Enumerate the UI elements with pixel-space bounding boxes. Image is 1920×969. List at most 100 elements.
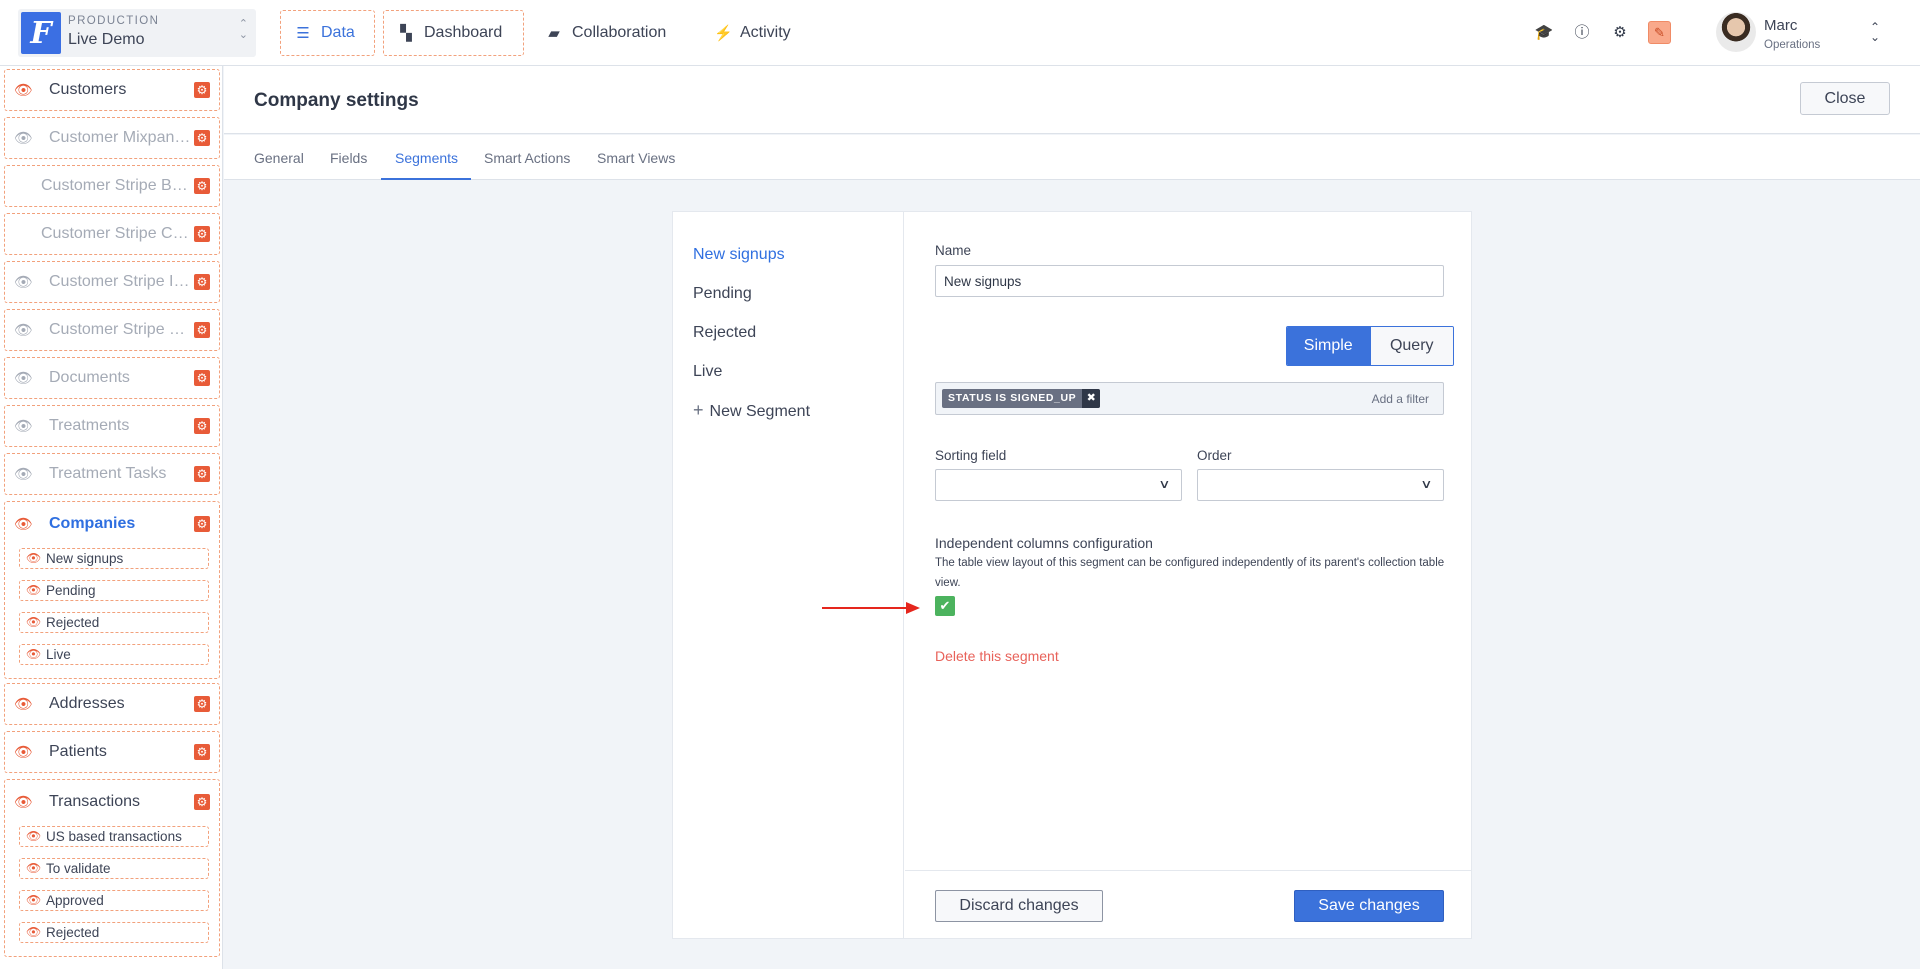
settings-gear-icon[interactable]: ⚙ [194,130,210,146]
order-select[interactable]: ∨ [1197,469,1444,501]
sidebar-item-customers[interactable]: 👁 Customers ⚙ [4,69,220,111]
settings-gear-icon[interactable]: ⚙ [194,696,210,712]
sorting-field-select[interactable]: ∨ [935,469,1182,501]
segment-label: New signups [46,551,124,566]
nav-tab-label: Dashboard [424,24,503,41]
sidebar-item-patients[interactable]: 👁 Patients ⚙ [4,731,220,773]
eye-icon[interactable]: 👁 [14,695,40,713]
tab-smart-actions[interactable]: Smart Actions [484,150,570,166]
sidebar-item-transactions[interactable]: 👁 Transactions ⚙ [5,780,219,826]
sidebar-segment-new-signups[interactable]: 👁 New signups [19,548,209,569]
eye-icon[interactable]: 👁 [14,743,40,761]
eye-slash-icon[interactable]: 👁 [14,369,40,387]
sidebar-segment-live[interactable]: 👁 Live [19,644,209,665]
settings-gear-icon[interactable]: ⚙ [194,418,210,434]
chevron-up-down-icon[interactable]: ⌃ ⌄ [1870,21,1880,43]
add-filter-link[interactable]: Add a filter [1372,392,1429,406]
mode-switch: Simple Query [1286,326,1454,366]
project-name: Live Demo [68,31,145,48]
settings-tabs: General Fields Segments Smart Actions Sm… [224,135,1920,180]
eye-slash-icon[interactable]: 👁 [14,417,40,435]
delete-segment-link[interactable]: Delete this segment [935,648,1059,664]
segment-label: Rejected [46,615,100,630]
eye-slash-icon[interactable]: 👁 [14,273,40,291]
eye-icon[interactable]: 👁 [14,793,33,811]
graduation-cap-icon[interactable]: 🎓 [1534,23,1554,43]
segment-name-input[interactable] [935,265,1444,297]
avatar[interactable] [1716,12,1756,52]
eye-icon[interactable]: 👁 [26,613,41,632]
eye-icon[interactable]: 👁 [26,891,41,910]
eye-icon[interactable]: 👁 [26,581,41,600]
eye-icon[interactable]: 👁 [26,645,41,664]
filter-chip[interactable]: STATUS IS SIGNED_UP ✖ [942,389,1101,408]
form-footer: Discard changes Save changes [905,870,1471,938]
settings-gear-icon[interactable]: ⚙ [194,274,210,290]
sidebar-item-treatment-tasks[interactable]: 👁 Treatment Tasks ⚙ [4,453,220,495]
close-button[interactable]: Close [1800,82,1890,115]
nav-tab-label: Data [321,24,355,41]
gear-icon[interactable]: ⚙ [1610,23,1630,43]
project-switcher[interactable]: F PRODUCTION Live Demo ⌃ ⌄ [18,9,256,57]
eye-slash-icon[interactable]: 👁 [14,321,40,339]
eye-icon[interactable]: 👁 [26,549,41,568]
sidebar-item-documents[interactable]: 👁 Documents ⚙ [4,357,220,399]
sidebar-segment-rejected[interactable]: 👁 Rejected [19,922,209,943]
tab-fields[interactable]: Fields [330,150,367,166]
environment-label: PRODUCTION [68,15,160,27]
simple-mode-button[interactable]: Simple [1287,327,1370,365]
eye-slash-icon[interactable]: 👁 [14,465,40,483]
sidebar-item-customer-stripe-invoices[interactable]: 👁 Customer Stripe Invoices ⚙ [4,261,220,303]
segment-item-pending[interactable]: Pending [693,285,752,303]
settings-gear-icon[interactable]: ⚙ [194,226,210,242]
save-changes-button[interactable]: Save changes [1294,890,1444,922]
eye-icon[interactable]: 👁 [26,923,41,942]
help-icon[interactable]: ⓘ [1572,23,1592,43]
sidebar-item-customer-stripe-cards[interactable]: Customer Stripe Cards ⚙ [4,213,220,255]
sidebar-segment-pending[interactable]: 👁 Pending [19,580,209,601]
sidebar-item-customer-stripe-payments[interactable]: 👁 Customer Stripe Payments ⚙ [4,309,220,351]
nav-tab-dashboard[interactable]: ▚ Dashboard [383,10,524,56]
tab-segments[interactable]: Segments [395,150,458,166]
sidebar-item-addresses[interactable]: 👁 Addresses ⚙ [4,683,220,725]
settings-gear-icon[interactable]: ⚙ [194,370,210,386]
query-mode-button[interactable]: Query [1369,327,1453,365]
segment-item-rejected[interactable]: Rejected [693,324,756,342]
eye-icon[interactable]: 👁 [14,515,33,533]
tab-general[interactable]: General [254,150,304,166]
sidebar-item-label: Patients [49,743,107,760]
sidebar-segment-approved[interactable]: 👁 Approved [19,890,209,911]
sidebar-item-customer-mixpanel[interactable]: 👁 Customer Mixpanel Events ⚙ [4,117,220,159]
tab-smart-views[interactable]: Smart Views [597,150,675,166]
settings-gear-icon[interactable]: ⚙ [194,82,210,98]
remove-filter-icon[interactable]: ✖ [1082,389,1101,408]
brush-icon[interactable]: ✎ [1648,21,1671,44]
eye-icon[interactable]: 👁 [14,81,40,99]
settings-gear-icon[interactable]: ⚙ [194,466,210,482]
settings-gear-icon[interactable]: ⚙ [194,322,210,338]
sorting-field-label: Sorting field [935,448,1007,463]
eye-icon[interactable]: 👁 [26,827,41,846]
segment-item-new-signups[interactable]: New signups [693,246,785,264]
independent-columns-checkbox[interactable]: ✔ [935,596,955,616]
nav-tab-activity[interactable]: ⚡ Activity [700,10,810,56]
settings-gear-icon[interactable]: ⚙ [194,744,210,760]
sidebar-segment-us-based[interactable]: 👁 US based transactions [19,826,209,847]
sidebar-segment-rejected[interactable]: 👁 Rejected [19,612,209,633]
discard-changes-button[interactable]: Discard changes [935,890,1103,922]
sidebar-segment-to-validate[interactable]: 👁 To validate [19,858,209,879]
new-segment-button[interactable]: + New Segment [693,400,810,421]
settings-gear-icon[interactable]: ⚙ [194,516,210,532]
settings-gear-icon[interactable]: ⚙ [194,794,210,810]
nav-tab-data[interactable]: ☰ Data [280,10,375,56]
segment-item-live[interactable]: Live [693,363,722,381]
eye-slash-icon[interactable]: 👁 [14,129,40,147]
settings-gear-icon[interactable]: ⚙ [194,178,210,194]
chevron-down-icon: ∨ [1420,477,1433,491]
filter-bar[interactable]: STATUS IS SIGNED_UP ✖ Add a filter [935,382,1444,415]
sidebar-item-customer-stripe-bank[interactable]: Customer Stripe Bank Accounts ⚙ [4,165,220,207]
nav-tab-collaboration[interactable]: ▰ Collaboration [532,10,692,56]
eye-icon[interactable]: 👁 [26,859,41,878]
sidebar-item-companies[interactable]: 👁 Companies ⚙ [5,502,219,548]
sidebar-item-treatments[interactable]: 👁 Treatments ⚙ [4,405,220,447]
